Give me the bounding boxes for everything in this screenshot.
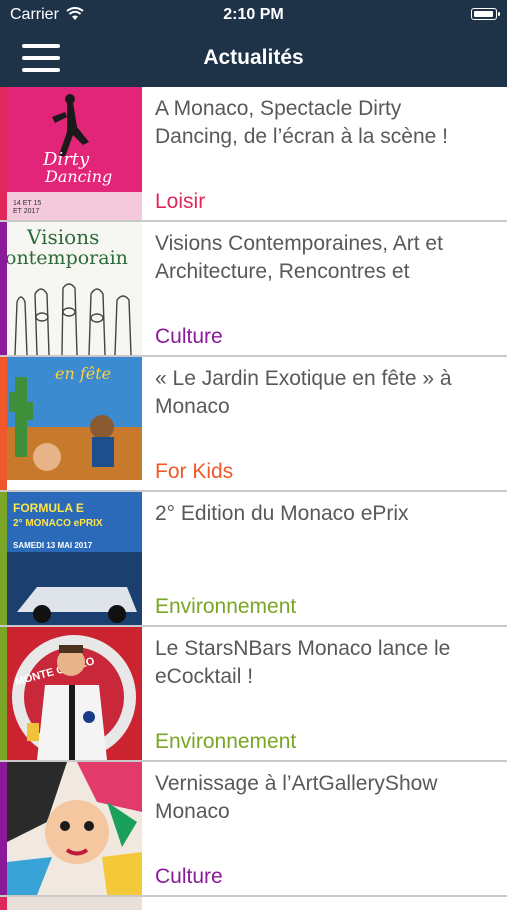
news-item[interactable]: Visions ontemporain Visions Contemporain… [0, 222, 507, 357]
battery-icon [471, 8, 500, 20]
category-color-bar [0, 357, 7, 490]
news-thumbnail: en fête [7, 357, 142, 490]
news-item[interactable]: MONTE CARLO Le StarsNBars Monaco lance l… [0, 627, 507, 762]
thumb-text-1: en fête [55, 364, 111, 383]
news-item[interactable]: en fête « Le Jardin Exotique en fête » à… [0, 357, 507, 492]
news-item[interactable]: Vernissage à l’ArtGalleryShow Monaco Cul… [0, 762, 507, 897]
thumb-text-2: 2° MONACO ePRIX [13, 518, 103, 529]
news-thumbnail [7, 897, 142, 910]
hamburger-menu-icon[interactable] [22, 42, 62, 74]
thumb-text-3: SAMEDI 13 MAI 2017 [13, 541, 93, 550]
news-category: Culture [155, 865, 223, 888]
category-color-bar [0, 762, 7, 895]
news-title: Visions Contemporaines, Art et Architect… [155, 232, 443, 283]
thumb-text-3: 14 ET 15 [13, 200, 41, 207]
thumb-text-4: ET 2017 [13, 208, 39, 215]
thumb-text-1: FORMULA E [13, 501, 84, 515]
category-color-bar [0, 492, 7, 625]
page-title: Actualités [203, 46, 304, 69]
news-thumbnail: MONTE CARLO [7, 627, 142, 760]
news-category: Loisir [155, 190, 206, 213]
category-color-bar [0, 627, 7, 760]
news-item[interactable]: FORMULA E 2° MONACO ePRIX SAMEDI 13 MAI … [0, 492, 507, 627]
category-color-bar [0, 87, 7, 220]
news-category: Culture [155, 325, 223, 348]
news-category: Environnement [155, 730, 297, 753]
clock: 2:10 PM [223, 6, 284, 23]
thumb-text-2: Dancing [44, 167, 112, 186]
status-bar: Carrier 2:10 PM [0, 0, 507, 30]
category-color-bar [0, 897, 7, 910]
news-category: Environnement [155, 595, 297, 618]
news-thumbnail: Dirty Dancing 14 ET 15 ET 2017 [7, 87, 142, 220]
news-title: A Monaco, Spectacle Dirty Dancing, de l’… [155, 97, 449, 148]
thumb-text-2: ontemporain [7, 247, 128, 269]
navigation-bar: Actualités [0, 30, 507, 87]
news-title: Le StarsNBars Monaco lance le eCocktail … [155, 637, 451, 688]
news-thumbnail: Visions ontemporain [7, 222, 142, 355]
news-title: « Le Jardin Exotique en fête » à Monaco [155, 367, 452, 418]
news-thumbnail: FORMULA E 2° MONACO ePRIX SAMEDI 13 MAI … [7, 492, 142, 625]
news-item-partial[interactable] [0, 897, 507, 910]
news-item[interactable]: Dirty Dancing 14 ET 15 ET 2017 A Monaco,… [0, 87, 507, 222]
thumb-text-1: Visions [26, 225, 99, 249]
category-color-bar [0, 222, 7, 355]
news-thumbnail [7, 762, 142, 895]
battery-level [474, 11, 493, 17]
news-category: For Kids [155, 460, 234, 483]
news-list: Dirty Dancing 14 ET 15 ET 2017 A Monaco,… [0, 87, 507, 910]
news-title: Vernissage à l’ArtGalleryShow Monaco [155, 772, 438, 823]
news-title: 2° Edition du Monaco ePrix [155, 502, 409, 525]
